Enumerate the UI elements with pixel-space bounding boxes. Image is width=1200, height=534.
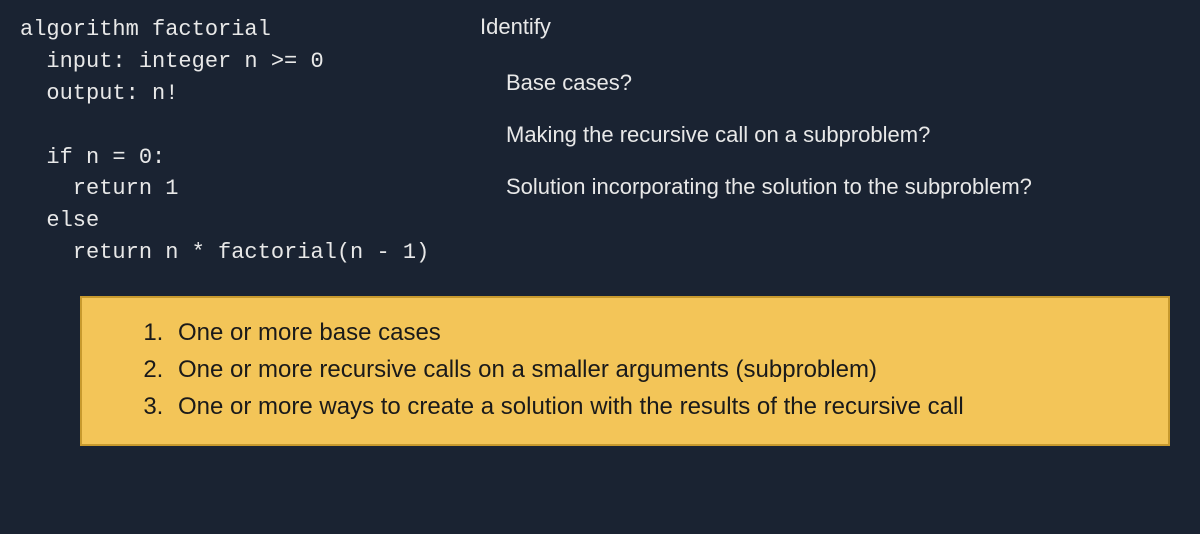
question-solution: Solution incorporating the solution to t… bbox=[480, 174, 1180, 200]
identify-title: Identify bbox=[480, 14, 1180, 40]
code-line: return 1 bbox=[20, 176, 178, 201]
list-item: One or more recursive calls on a smaller… bbox=[170, 353, 1142, 388]
code-line: if n = 0: bbox=[20, 145, 165, 170]
code-line: else bbox=[20, 208, 99, 233]
summary-list: One or more base cases One or more recur… bbox=[108, 316, 1142, 424]
code-line: input: integer n >= 0 bbox=[20, 49, 324, 74]
question-recursive-call: Making the recursive call on a subproble… bbox=[480, 122, 1180, 148]
question-base-cases: Base cases? bbox=[480, 70, 1180, 96]
top-section: algorithm factorial input: integer n >= … bbox=[0, 0, 1200, 269]
list-item: One or more base cases bbox=[170, 316, 1142, 351]
code-line: return n * factorial(n - 1) bbox=[20, 240, 429, 265]
code-line: algorithm factorial bbox=[20, 17, 271, 42]
list-item: One or more ways to create a solution wi… bbox=[170, 390, 1142, 425]
algorithm-code: algorithm factorial input: integer n >= … bbox=[20, 14, 460, 269]
code-line: output: n! bbox=[20, 81, 178, 106]
summary-box: One or more base cases One or more recur… bbox=[80, 296, 1170, 446]
identify-section: Identify Base cases? Making the recursiv… bbox=[460, 14, 1180, 269]
